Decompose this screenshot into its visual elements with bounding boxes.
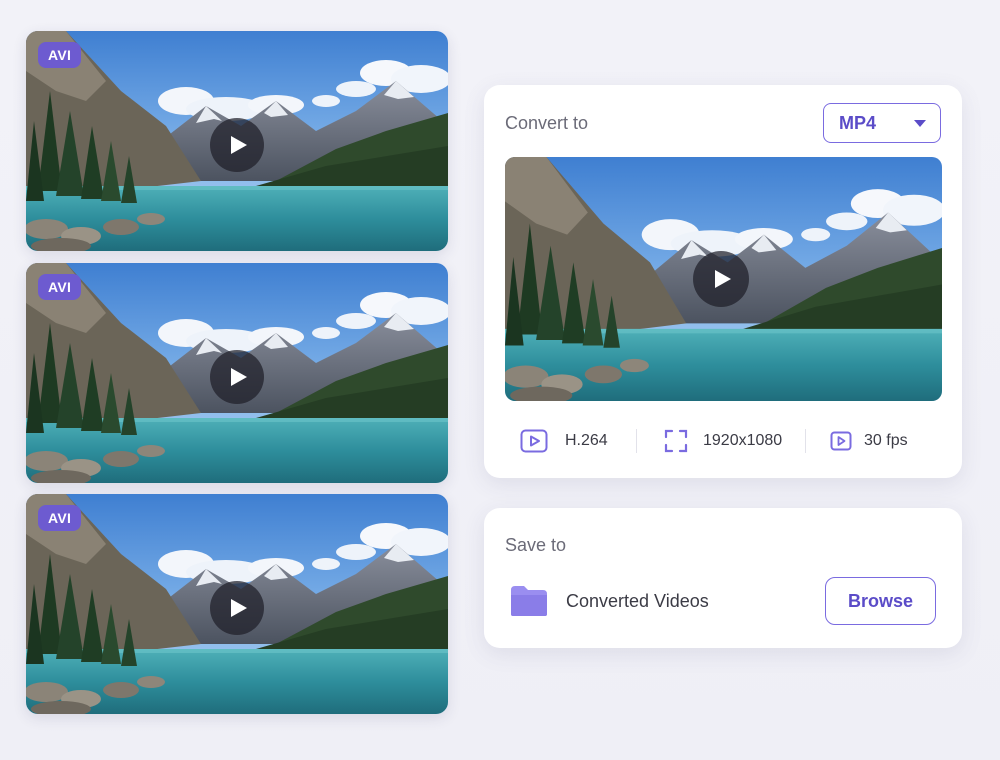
save-label: Save to bbox=[505, 535, 567, 555]
play-icon bbox=[715, 270, 731, 288]
play-button[interactable] bbox=[210, 118, 264, 172]
output-specs: H.264 1920x1080 30 fps bbox=[505, 423, 942, 459]
spec-framerate: 30 fps bbox=[806, 423, 908, 459]
format-dropdown[interactable]: MP4 bbox=[823, 103, 941, 143]
format-value: MP4 bbox=[839, 112, 877, 133]
save-panel: Save to Converted Videos Browse bbox=[484, 508, 962, 648]
play-icon bbox=[231, 368, 247, 386]
fullscreen-frame-icon bbox=[664, 429, 688, 453]
video-play-small-icon bbox=[830, 431, 852, 451]
format-badge: AVI bbox=[38, 505, 82, 531]
video-file-icon bbox=[520, 429, 548, 453]
play-button[interactable] bbox=[210, 350, 264, 404]
video-thumbnail[interactable]: AVI bbox=[26, 31, 448, 251]
spec-resolution: 1920x1080 bbox=[637, 423, 805, 459]
spec-codec: H.264 bbox=[505, 423, 636, 459]
play-icon bbox=[231, 599, 247, 617]
codec-value: H.264 bbox=[565, 432, 608, 449]
format-badge: AVI bbox=[38, 274, 82, 300]
convert-label: Convert to bbox=[505, 113, 589, 133]
chevron-down-icon bbox=[914, 120, 926, 127]
convert-panel: Convert to MP4 H.264 1920x1080 30 fps bbox=[484, 85, 962, 478]
format-badge: AVI bbox=[38, 42, 82, 68]
play-button[interactable] bbox=[210, 581, 264, 635]
folder-name: Converted Videos bbox=[566, 591, 709, 611]
play-button[interactable] bbox=[693, 251, 749, 307]
folder-icon bbox=[509, 584, 549, 618]
video-thumbnail[interactable]: AVI bbox=[26, 494, 448, 714]
play-icon bbox=[231, 136, 247, 154]
framerate-value: 30 fps bbox=[864, 432, 908, 449]
resolution-value: 1920x1080 bbox=[703, 432, 783, 449]
video-preview[interactable] bbox=[505, 157, 942, 401]
video-thumbnail[interactable]: AVI bbox=[26, 263, 448, 483]
browse-button[interactable]: Browse bbox=[825, 577, 936, 625]
